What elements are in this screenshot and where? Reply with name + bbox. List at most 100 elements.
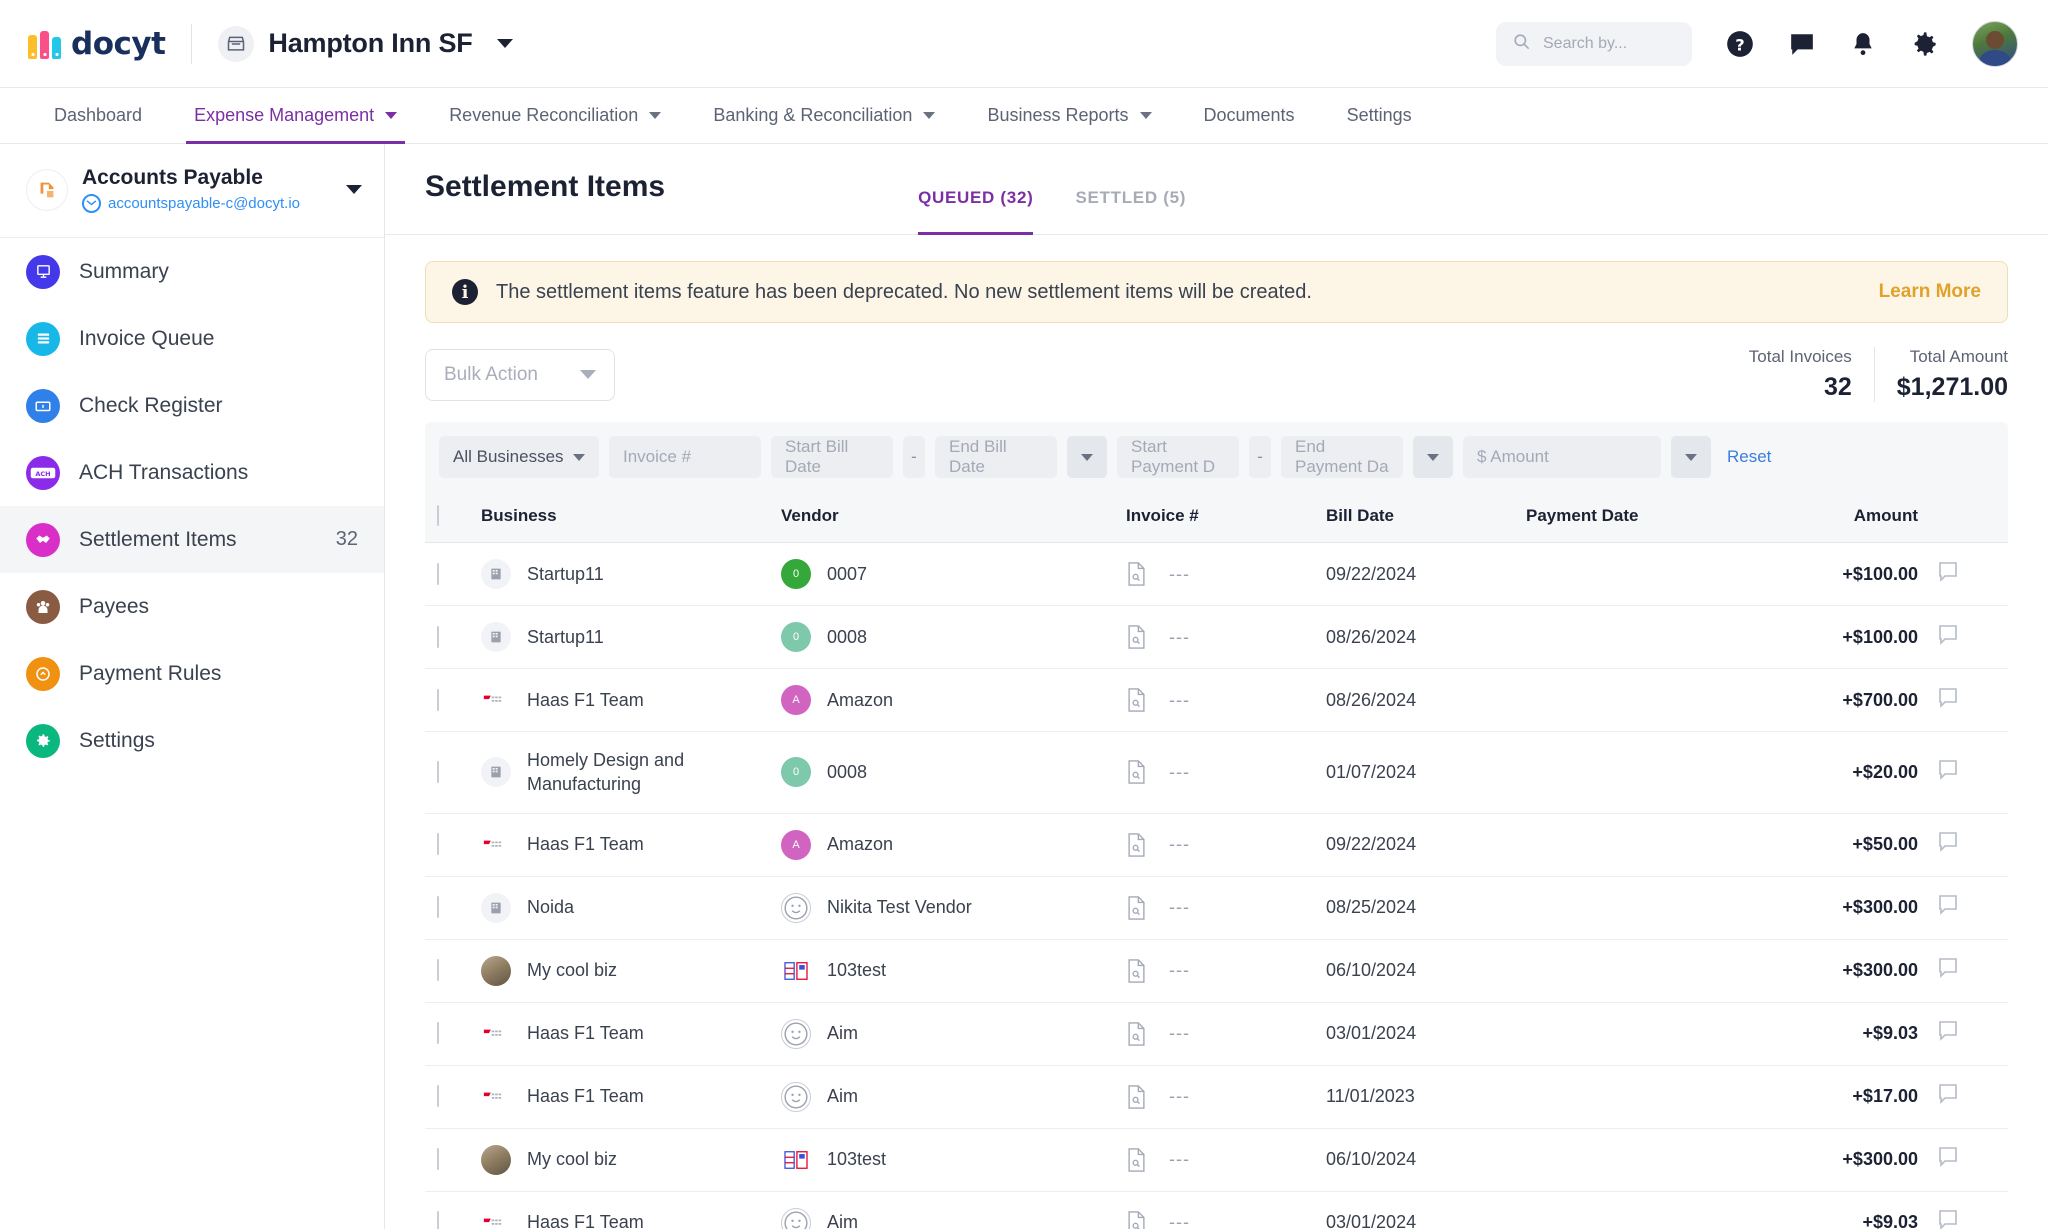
sidebar-item-settlement-items[interactable]: Settlement Items 32 (0, 506, 384, 573)
start-bill-date-input[interactable]: Start Bill Date (771, 436, 893, 478)
comment-icon[interactable] (1936, 830, 1960, 854)
tab-queued[interactable]: QUEUED (32) (918, 188, 1034, 235)
comment-icon[interactable] (1936, 1208, 1960, 1229)
table-row[interactable]: Haas F1 Team A Amazon --- 08/26/2024 +$700.00… (425, 668, 2008, 732)
business-selector[interactable]: Hampton Inn SF (218, 25, 513, 62)
business-filter-select[interactable]: All Businesses (439, 436, 599, 478)
sidebar-email-row[interactable]: accountspayable-c@docyt.io (82, 194, 300, 213)
search-box[interactable] (1496, 21, 1692, 66)
comment-icon[interactable] (1936, 623, 1960, 647)
nav-item-documents[interactable]: Documents (1178, 88, 1321, 143)
document-icon[interactable] (1126, 958, 1147, 983)
sidebar-item-settings[interactable]: Settings (0, 707, 384, 774)
comment-icon[interactable] (1936, 1145, 1960, 1169)
sidebar-item-payees[interactable]: Payees (0, 573, 384, 640)
learn-more-link[interactable]: Learn More (1879, 281, 1981, 303)
document-icon[interactable] (1126, 895, 1147, 920)
avatar[interactable] (1972, 20, 2018, 67)
sidebar-item-invoice-queue[interactable]: Invoice Queue (0, 305, 384, 372)
docyt-logo[interactable]: docyt (28, 26, 166, 62)
table-row[interactable]: Noida Nikita Test Vendor --- 08/25/2024 +$30… (425, 876, 2008, 940)
table-row[interactable]: My cool biz 103test --- 06/10/2024 +$300.00 ⋯ (425, 939, 2008, 1003)
sidebar-account-header[interactable]: Accounts Payable accountspayable-c@docyt… (0, 144, 384, 238)
row-more-actions-button[interactable]: ⋯ (2006, 690, 2008, 712)
row-checkbox[interactable] (437, 1148, 439, 1171)
table-row[interactable]: My cool biz 103test --- 06/10/2024 +$300.00 ⋯ (425, 1128, 2008, 1192)
row-checkbox[interactable] (437, 959, 439, 982)
search-input[interactable] (1543, 34, 1676, 53)
sidebar-item-check-register[interactable]: Check Register (0, 372, 384, 439)
sidebar-item-payment-rules[interactable]: Payment Rules (0, 640, 384, 707)
reset-filters-link[interactable]: Reset (1727, 447, 1771, 467)
payment-date-calendar-button[interactable] (1413, 436, 1453, 478)
sidebar-item-ach-transactions[interactable]: ACH ACH Transactions (0, 439, 384, 506)
nav-item-business-reports[interactable]: Business Reports (961, 88, 1177, 143)
invoice-number-input[interactable]: Invoice # (609, 436, 761, 478)
nav-item-dashboard[interactable]: Dashboard (28, 88, 168, 143)
document-icon[interactable] (1126, 1147, 1147, 1172)
select-all-checkbox[interactable] (437, 505, 439, 526)
table-row[interactable]: Haas F1 Team Aim --- 03/01/2024 +$9.03 ⋯ (425, 1002, 2008, 1066)
row-more-actions-button[interactable]: ⋯ (2006, 1212, 2008, 1229)
gear-icon[interactable] (1910, 30, 1938, 58)
row-checkbox[interactable] (437, 1022, 439, 1045)
row-more-actions-button[interactable]: ⋯ (2006, 1086, 2008, 1108)
row-checkbox[interactable] (437, 1085, 439, 1108)
comment-icon[interactable] (1936, 1019, 1960, 1043)
sidebar-item-summary[interactable]: Summary (0, 238, 384, 305)
document-icon[interactable] (1126, 562, 1147, 586)
row-checkbox[interactable] (437, 1211, 439, 1229)
row-more-actions-button[interactable]: ⋯ (2006, 762, 2008, 784)
help-icon[interactable]: ? (1726, 30, 1754, 58)
bell-icon[interactable] (1850, 30, 1876, 58)
amount-filter-input[interactable]: $ Amount (1463, 436, 1661, 478)
row-more-actions-button[interactable]: ⋯ (2006, 960, 2008, 982)
comment-icon[interactable] (1936, 893, 1960, 917)
row-checkbox[interactable] (437, 562, 439, 585)
nav-item-banking-reconciliation[interactable]: Banking & Reconciliation (687, 88, 961, 143)
row-more-actions-button[interactable]: ⋯ (2006, 897, 2008, 919)
comment-icon[interactable] (1936, 956, 1960, 980)
row-more-actions-button[interactable]: ⋯ (2006, 834, 2008, 856)
comment-icon[interactable] (1936, 560, 1960, 584)
row-checkbox[interactable] (437, 760, 439, 783)
comment-icon[interactable] (1936, 1082, 1960, 1106)
document-icon[interactable] (1126, 1210, 1147, 1229)
document-icon[interactable] (1126, 760, 1147, 785)
table-row[interactable]: Haas F1 Team A Amazon --- 09/22/2024 +$50.00 ⋯ (425, 813, 2008, 877)
row-checkbox[interactable] (437, 625, 439, 648)
bulk-action-dropdown[interactable]: Bulk Action (425, 348, 615, 401)
document-icon[interactable] (1126, 625, 1147, 649)
cell-invoice: --- (1126, 876, 1326, 940)
row-checkbox[interactable] (437, 896, 439, 919)
row-more-actions-button[interactable]: ⋯ (2006, 564, 2008, 586)
nav-item-revenue-reconciliation[interactable]: Revenue Reconciliation (423, 88, 687, 143)
table-row[interactable]: Startup11 0 0007 --- 09/22/2024 +$100.00 ⋯ (425, 542, 2008, 606)
document-icon[interactable] (1126, 688, 1147, 712)
document-icon[interactable] (1126, 1021, 1147, 1046)
comment-icon[interactable] (1936, 686, 1960, 710)
row-more-actions-button[interactable]: ⋯ (2006, 627, 2008, 649)
row-more-actions-button[interactable]: ⋯ (2006, 1149, 2008, 1171)
amount-filter-dropdown[interactable] (1671, 436, 1711, 478)
cell-invoice: --- (1126, 542, 1326, 606)
row-checkbox[interactable] (437, 833, 439, 856)
chat-icon[interactable] (1788, 31, 1816, 57)
cell-comment (1936, 731, 2006, 814)
table-row[interactable]: Homely Design and Manufacturing 0 0008 --- 0… (425, 731, 2008, 814)
row-checkbox[interactable] (437, 688, 439, 711)
document-icon[interactable] (1126, 1084, 1147, 1109)
table-row[interactable]: Haas F1 Team Aim --- 11/01/2023 +$17.00 ⋯ (425, 1065, 2008, 1129)
document-icon[interactable] (1126, 832, 1147, 857)
end-bill-date-input[interactable]: End Bill Date (935, 436, 1057, 478)
nav-item-expense-management[interactable]: Expense Management (168, 88, 423, 144)
table-row[interactable]: Startup11 0 0008 --- 08/26/2024 +$100.00 ⋯ (425, 605, 2008, 669)
start-payment-date-input[interactable]: Start Payment D (1117, 436, 1239, 478)
row-more-actions-button[interactable]: ⋯ (2006, 1023, 2008, 1045)
end-payment-date-input[interactable]: End Payment Da (1281, 436, 1403, 478)
nav-item-settings[interactable]: Settings (1321, 88, 1438, 143)
table-row[interactable]: Haas F1 Team Aim --- 03/01/2024 +$9.03 ⋯ (425, 1191, 2008, 1229)
bill-date-calendar-button[interactable] (1067, 436, 1107, 478)
tab-settled[interactable]: SETTLED (5) (1075, 188, 1186, 234)
comment-icon[interactable] (1936, 758, 1960, 782)
